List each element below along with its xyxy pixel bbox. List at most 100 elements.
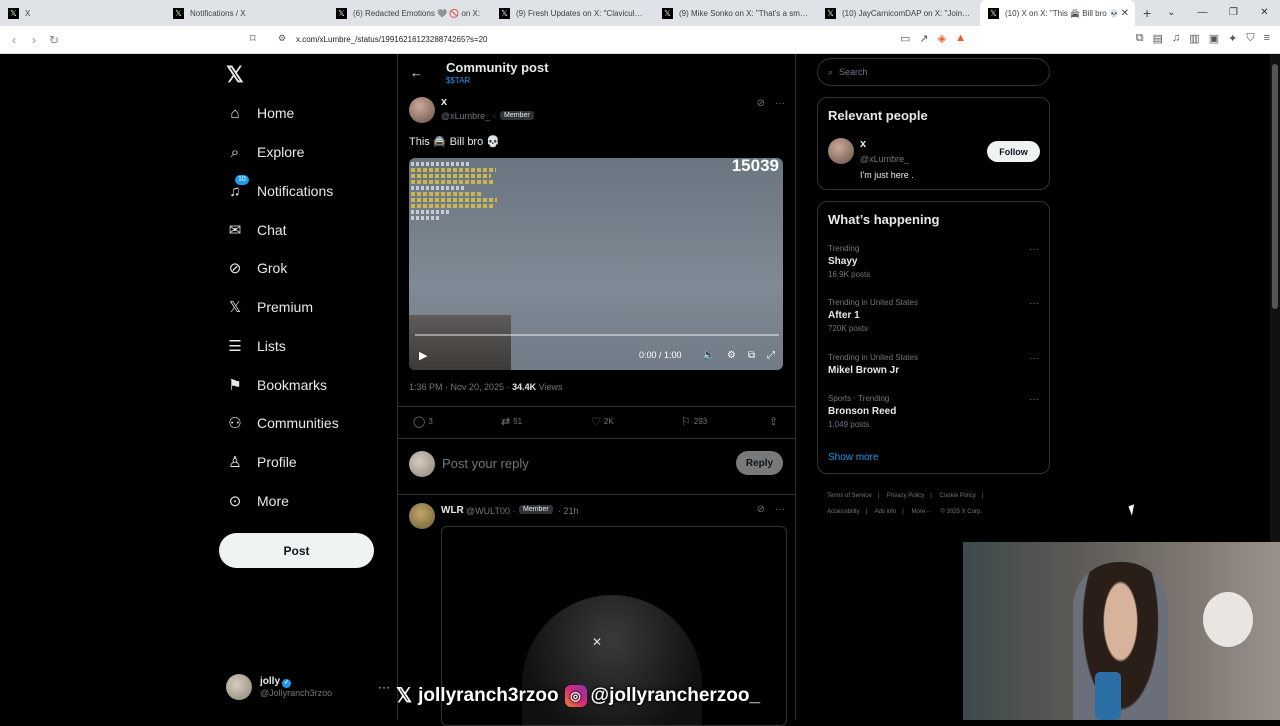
browser-tab[interactable]: 𝕏 (9) Mike Sonko on X: "That's a smart <box>654 0 817 26</box>
minimize-icon[interactable]: — <box>1187 0 1218 26</box>
forward-nav-icon[interactable]: › <box>24 33 44 47</box>
more-icon[interactable]: ··· <box>1029 394 1039 405</box>
browser-tab[interactable]: 𝕏 (10) JayCarnicomDAP on X: "Join htt <box>817 0 980 26</box>
video-progress-bar[interactable] <box>415 334 779 336</box>
browser-tab[interactable]: 𝕏 (6) Redacted Emotions 🩶 🚫 on X: <box>328 0 491 26</box>
grok-icon[interactable]: ⊘ <box>757 98 765 109</box>
follow-button[interactable]: Follow <box>987 141 1040 162</box>
back-arrow-icon[interactable]: ← <box>410 65 423 80</box>
nav-chat[interactable]: ✉ Chat <box>226 219 287 241</box>
nav-notifications[interactable]: ♫ 10 Notifications <box>226 175 333 202</box>
reply-action[interactable]: ◯ 3 <box>413 415 433 428</box>
post-handle[interactable]: @xLumbre_ · <box>441 111 496 121</box>
dropdown-icon[interactable]: ⌄ <box>1156 0 1187 26</box>
play-icon[interactable]: ▶ <box>419 349 427 362</box>
maximize-icon[interactable]: ❐ <box>1218 0 1249 26</box>
trend-item[interactable]: Trending Shayy 16.9K posts ··· <box>828 244 1041 279</box>
more-icon[interactable]: ··· <box>775 504 785 515</box>
like-action[interactable]: ♡ 2K <box>591 415 614 428</box>
nav-communities[interactable]: ⚇ Communities <box>226 412 338 434</box>
post-author[interactable]: x <box>441 96 447 108</box>
share-icon[interactable]: ↗ <box>919 32 928 45</box>
browser-tab[interactable]: 𝕏X <box>0 0 165 26</box>
more-icon[interactable]: ··· <box>1029 353 1039 364</box>
more-icon[interactable]: ··· <box>1029 244 1039 255</box>
nav-lists[interactable]: ☰ Lists <box>226 335 286 357</box>
new-tab-icon[interactable]: + <box>1143 5 1151 21</box>
repost-action[interactable]: ⇄ 51 <box>501 415 522 428</box>
scroll-thumb[interactable] <box>1272 64 1278 309</box>
url-field[interactable]: x.com/xLumbre_/status/199162161232887426… <box>296 35 487 44</box>
more-icon[interactable]: ··· <box>378 680 390 694</box>
install-icon[interactable]: ▭ <box>900 32 910 45</box>
reply-handle[interactable]: @WULT00 · <box>466 506 515 516</box>
extensions-icon[interactable]: ⧉ <box>1136 32 1144 45</box>
pip-icon[interactable]: ⧉ <box>748 350 755 361</box>
vpn-icon[interactable]: ⛉ <box>1246 32 1254 45</box>
nav-bookmarks[interactable]: ⚑ Bookmarks <box>226 374 327 396</box>
avatar[interactable] <box>828 138 854 164</box>
sidebar-icon[interactable]: ▤ <box>1153 32 1163 45</box>
nav-premium[interactable]: 𝕏 Premium <box>226 296 313 318</box>
person-name[interactable]: x <box>860 138 866 150</box>
music-icon[interactable]: ♫ <box>1172 32 1180 45</box>
nav-explore[interactable]: ⌕ Explore <box>226 141 305 163</box>
footer-link[interactable]: Terms of Service <box>827 493 872 499</box>
account-switcher[interactable]: jolly ✓ @Jollyranch3rzoo ··· <box>226 674 390 700</box>
nav-profile[interactable]: ♙ Profile <box>226 451 296 473</box>
close-window-icon[interactable]: ✕ <box>1249 0 1280 26</box>
community-link[interactable]: $$TAR <box>446 76 470 85</box>
site-settings-icon[interactable]: ⚙ <box>278 33 286 44</box>
menu-icon[interactable]: ≡ <box>1264 32 1270 45</box>
more-icon[interactable]: ··· <box>775 98 785 109</box>
volume-icon[interactable]: 🔈 <box>702 350 714 361</box>
reply-button[interactable]: Reply <box>736 451 783 475</box>
footer-link[interactable]: Privacy Policy <box>887 493 924 499</box>
share-action[interactable]: ⇪ <box>769 415 778 428</box>
brave-rewards-icon[interactable]: ▲ <box>955 32 966 45</box>
trend-item[interactable]: Trending in United States Mikel Brown Jr… <box>828 353 1041 376</box>
nav-home[interactable]: ⌂ Home <box>226 102 294 124</box>
avatar <box>409 451 435 477</box>
brave-shield-icon[interactable]: ◈ <box>938 32 946 45</box>
x-logo-icon[interactable]: 𝕏 <box>226 62 244 88</box>
reply-time[interactable]: · 21h <box>558 506 579 516</box>
video-player[interactable]: 15039 ▶ 0:00 / 1:00 🔈 ⚙ ⧉ ⤢ <box>409 158 783 370</box>
bookmark-page-icon[interactable]: ⌑ <box>250 32 256 45</box>
footer-link[interactable]: Ads info <box>875 509 897 515</box>
wallet-icon[interactable]: ▣ <box>1209 32 1219 45</box>
close-tab-icon[interactable]: ✕ <box>1121 8 1129 19</box>
reply-input[interactable]: Post your reply <box>442 456 529 471</box>
window-controls: ⌄ — ❐ ✕ <box>1156 0 1280 26</box>
back-nav-icon[interactable]: ‹ <box>4 33 24 47</box>
fullscreen-icon[interactable]: ⤢ <box>767 350 775 361</box>
avatar[interactable] <box>409 503 435 529</box>
trend-item[interactable]: Sports · Trending Bronson Reed 1,049 pos… <box>828 394 1041 429</box>
more-icon[interactable]: ··· <box>1029 298 1039 309</box>
bookmark-action[interactable]: ⚐ 293 <box>681 415 707 428</box>
browser-tab-active[interactable]: 𝕏 (10) X on X: "This 🚔 Bill bro 💀 ✕ <box>980 0 1135 26</box>
trend-item[interactable]: Trending in United States After 1 720K p… <box>828 298 1041 333</box>
footer-link[interactable]: More ··· <box>912 509 933 515</box>
leo-icon[interactable]: ✦ <box>1228 32 1237 45</box>
people-icon: ⚇ <box>228 415 242 432</box>
browser-tab[interactable]: 𝕏 (9) Fresh Updates on X: "Clavicular a <box>491 0 654 26</box>
nav-grok[interactable]: ⊘ Grok <box>226 257 288 279</box>
footer-link[interactable]: Accessibility <box>827 509 860 515</box>
grok-icon[interactable]: ⊘ <box>757 504 765 515</box>
show-more-link[interactable]: Show more <box>828 452 879 463</box>
panel-icon[interactable]: ▥ <box>1189 32 1199 45</box>
x-handle: jollyranch3rzoo <box>418 684 559 706</box>
avatar[interactable] <box>409 97 435 123</box>
nav-more[interactable]: ⊙ More <box>226 490 289 512</box>
reply-author[interactable]: WLR <box>441 505 464 516</box>
reload-icon[interactable]: ↻ <box>44 33 64 47</box>
search-input[interactable]: ⌕ Search <box>817 58 1050 86</box>
footer-link[interactable]: Cookie Policy <box>940 493 976 499</box>
browser-tab[interactable]: 𝕏 Notifications / X <box>165 0 328 26</box>
x-favicon-icon: 𝕏 <box>499 7 510 19</box>
settings-icon[interactable]: ⚙ <box>727 350 736 361</box>
post-button[interactable]: Post <box>219 533 374 568</box>
video-frame-mark: ✕ <box>592 635 603 649</box>
person-handle[interactable]: @xLumbre_ <box>860 154 909 164</box>
